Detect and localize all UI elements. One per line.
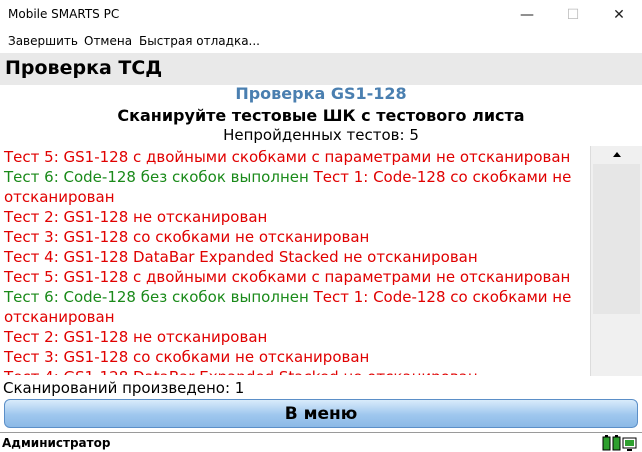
maximize-icon: ☐	[566, 7, 580, 23]
log-entry-failed: Тест 4: GS1-128 DataBar Expanded Stacked…	[4, 248, 478, 266]
log-entry-failed: Тест 5: GS1-128 с двойными скобками с па…	[4, 268, 571, 286]
log-line: Тест 5: GS1-128 с двойными скобками с па…	[0, 267, 590, 287]
menu-item-cancel[interactable]: Отмена	[84, 34, 132, 48]
log-line: отсканирован	[0, 187, 590, 207]
log-entry-failed: Тест 5: GS1-128 с двойными скобками с па…	[4, 148, 571, 166]
log-line: Тест 4: GS1-128 DataBar Expanded Stacked…	[0, 247, 590, 267]
scroll-thumb[interactable]	[593, 164, 640, 314]
log-entry-failed: Тест 3: GS1-128 со скобками не отсканиро…	[4, 228, 370, 246]
log-entry-passed: Тест 6: Code-128 без скобок выполнен	[4, 168, 309, 186]
page-title: Проверка ТСД	[5, 57, 163, 79]
log-line: Тест 2: GS1-128 не отсканирован	[0, 327, 590, 347]
close-icon: ✕	[613, 7, 625, 23]
maximize-button[interactable]: ☐	[550, 0, 596, 30]
log-entry-failed: Тест 1: Code-128 со скобками не	[308, 168, 572, 186]
log-line: отсканирован	[0, 307, 590, 327]
remaining-tests: Непройденных тестов: 5	[223, 126, 419, 144]
log-line: Тест 4: GS1-128 DataBar Expanded Stacked…	[0, 367, 590, 375]
page-header: Проверка ТСД	[0, 53, 642, 85]
window-titlebar: Mobile SMARTS PC — ☐ ✕	[0, 0, 642, 32]
log-scrollbar[interactable]	[590, 146, 642, 376]
log-entry-failed: Тест 2: GS1-128 не отсканирован	[4, 208, 268, 226]
check-title: Проверка GS1-128	[235, 84, 407, 103]
log-entry-failed: Тест 1: Code-128 со скобками не	[308, 288, 572, 306]
minimize-button[interactable]: —	[504, 0, 550, 30]
scan-count: Сканирований произведено: 1	[3, 379, 245, 397]
app-title: Mobile SMARTS PC	[8, 7, 120, 21]
log-line: Тест 5: GS1-128 с двойными скобками с па…	[0, 147, 590, 167]
menu-bar: Завершить Отмена Быстрая отладка...	[0, 32, 642, 52]
log-entry-failed: Тест 4: GS1-128 DataBar Expanded Stacked…	[4, 368, 478, 375]
to-menu-button[interactable]: В меню	[4, 399, 638, 428]
log-entry-passed: Тест 6: Code-128 без скобок выполнен	[4, 288, 309, 306]
scroll-up-icon	[612, 151, 621, 157]
scroll-up-button[interactable]	[591, 146, 642, 162]
log-entry-failed: Тест 2: GS1-128 не отсканирован	[4, 328, 268, 346]
log-line: Тест 2: GS1-128 не отсканирован	[0, 207, 590, 227]
log-line: Тест 6: Code-128 без скобок выполнен Тес…	[0, 287, 590, 307]
status-bar: Администратор	[0, 432, 642, 452]
log-line: Тест 3: GS1-128 со скобками не отсканиро…	[0, 227, 590, 247]
log-entry-failed: отсканирован	[4, 308, 115, 326]
current-user: Администратор	[2, 436, 111, 450]
menu-item-quick-debug[interactable]: Быстрая отладка...	[139, 34, 260, 48]
log-entry-failed: Тест 3: GS1-128 со скобками не отсканиро…	[4, 348, 370, 366]
close-button[interactable]: ✕	[596, 0, 642, 30]
log-line: Тест 3: GS1-128 со скобками не отсканиро…	[0, 347, 590, 367]
log-line: Тест 6: Code-128 без скобок выполнен Тес…	[0, 167, 590, 187]
to-menu-button-label: В меню	[284, 403, 358, 424]
test-log: Тест 5: GS1-128 с двойными скобками с па…	[0, 147, 590, 375]
battery-connection-icon	[602, 435, 637, 451]
menu-item-finish[interactable]: Завершить	[8, 34, 78, 48]
log-entry-failed: отсканирован	[4, 188, 115, 206]
instruction-text: Сканируйте тестовые ШК с тестового листа	[117, 106, 525, 125]
minimize-icon: —	[520, 7, 534, 23]
